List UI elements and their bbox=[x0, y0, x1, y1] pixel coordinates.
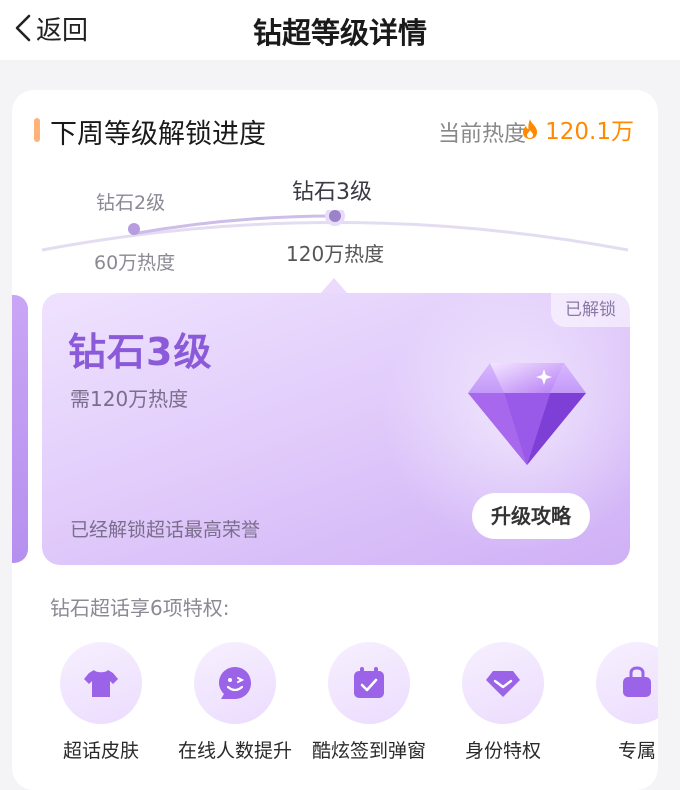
level-node-prev bbox=[128, 223, 140, 235]
level-progress-card: 下周等级解锁进度 当前热度 120.1万 钻石2级 60万热度 钻石3级 120… bbox=[12, 90, 658, 790]
unlocked-badge: 已解锁 bbox=[551, 293, 630, 327]
diamond-gem-icon bbox=[468, 363, 586, 465]
flame-icon bbox=[523, 119, 538, 139]
previous-level-card[interactable] bbox=[12, 295, 28, 563]
hero-level-title: 钻石3级 bbox=[68, 330, 213, 374]
privilege-item-online[interactable]: 在线人数提升 bbox=[168, 642, 302, 763]
privilege-label: 专属 bbox=[617, 740, 656, 762]
privilege-item-checkin[interactable]: 酷炫签到弹窗 bbox=[302, 642, 436, 763]
current-level-heat: 120万热度 bbox=[286, 242, 385, 266]
navigation-bar: 返回 钻超等级详情 bbox=[0, 0, 680, 60]
current-level-label: 钻石3级 bbox=[292, 180, 372, 205]
privilege-icon-circle bbox=[194, 642, 276, 724]
hero-note: 已经解锁超话最高荣誉 bbox=[70, 519, 261, 541]
privilege-label: 在线人数提升 bbox=[177, 740, 292, 762]
privilege-label: 身份特权 bbox=[464, 740, 541, 762]
level-hero-card: 已解锁 钻石3级 需120万热度 已经解锁超话最高荣誉 升级攻略 bbox=[42, 293, 630, 565]
privileges-list: 超话皮肤 在线人数提升 酷炫签到弹窗 身份特权 专属 bbox=[12, 642, 658, 790]
card-pointer bbox=[320, 278, 348, 294]
upgrade-guide-button[interactable]: 升级攻略 bbox=[472, 493, 590, 539]
tshirt-icon bbox=[84, 670, 118, 697]
current-heat-number: 120.1万 bbox=[545, 119, 634, 145]
level-node-current-dot bbox=[329, 210, 341, 222]
privilege-item-skin[interactable]: 超话皮肤 bbox=[34, 642, 168, 763]
privileges-title: 钻石超话享6项特权: bbox=[50, 596, 230, 620]
prev-level-label: 钻石2级 bbox=[96, 192, 166, 214]
privilege-icon-circle bbox=[596, 642, 658, 724]
privilege-item-identity[interactable]: 身份特权 bbox=[436, 642, 570, 763]
privilege-label: 超话皮肤 bbox=[62, 740, 139, 762]
section-accent-bar bbox=[34, 118, 40, 142]
current-heat-label: 当前热度 bbox=[437, 122, 526, 147]
prev-level-heat: 60万热度 bbox=[94, 252, 176, 274]
privilege-label: 酷炫签到弹窗 bbox=[311, 740, 426, 762]
privilege-item-exclusive[interactable]: 专属 bbox=[570, 642, 658, 763]
page-title: 钻超等级详情 bbox=[252, 16, 427, 50]
section-title: 下周等级解锁进度 bbox=[50, 119, 266, 150]
privilege-icon-circle bbox=[328, 642, 410, 724]
hero-requirement: 需120万热度 bbox=[70, 387, 189, 411]
bag-icon bbox=[623, 666, 651, 697]
diamond-icon bbox=[486, 671, 520, 697]
smile-icon bbox=[219, 667, 251, 699]
privilege-icon-circle bbox=[462, 642, 544, 724]
current-heat-value: 120.1万 bbox=[521, 114, 634, 145]
calendar-check-icon bbox=[354, 667, 384, 698]
privilege-icon-circle bbox=[60, 642, 142, 724]
